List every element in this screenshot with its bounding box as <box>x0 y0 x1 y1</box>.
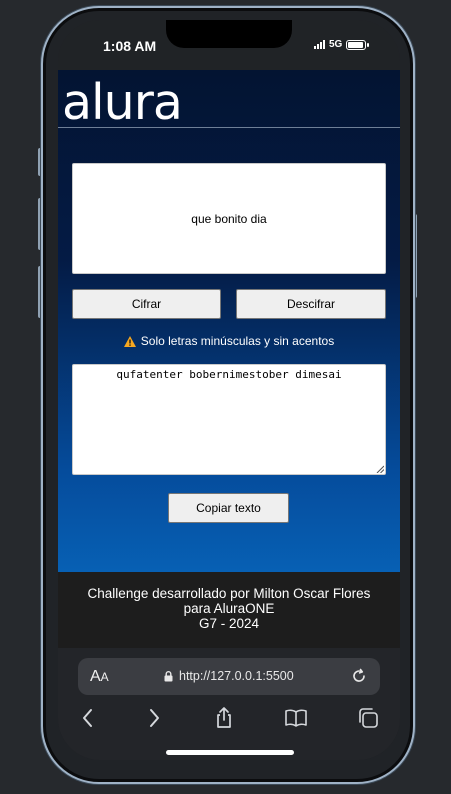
app-background: alura que bonito dia Cifrar Descifrar So… <box>58 70 400 572</box>
input-text: que bonito dia <box>191 211 267 226</box>
logo-text: alura <box>62 74 183 131</box>
status-time: 1:08 AM <box>103 38 157 54</box>
resize-grip-icon[interactable] <box>376 465 384 473</box>
decrypt-button[interactable]: Descifrar <box>236 289 386 319</box>
url-display[interactable]: http://127.0.0.1:5500 <box>164 669 294 683</box>
signal-icon <box>314 40 325 49</box>
warning-icon <box>123 335 136 347</box>
notice: Solo letras minúsculas y sin acentos <box>58 334 400 348</box>
status-indicators: 5G <box>314 39 370 50</box>
browser-toolbar: AA http://127.0.0.1:5500 <box>58 648 400 760</box>
footer: Challenge desarrollado por Milton Oscar … <box>58 572 400 648</box>
footer-line-2: para AluraONE <box>183 601 275 616</box>
output-textarea[interactable]: qufatenter bobernimestober dimesai <box>72 364 386 475</box>
alura-logo[interactable]: alura <box>62 78 183 128</box>
input-textarea[interactable]: que bonito dia <box>72 163 386 274</box>
output-text: qufatenter bobernimestober dimesai <box>116 368 342 381</box>
forward-icon[interactable] <box>142 706 166 730</box>
bookmarks-icon[interactable] <box>284 706 308 730</box>
battery-icon <box>346 39 370 50</box>
network-label: 5G <box>329 39 343 50</box>
encrypt-button[interactable]: Cifrar <box>72 289 221 319</box>
notch <box>166 20 292 48</box>
share-icon[interactable] <box>212 706 236 730</box>
copy-button[interactable]: Copiar texto <box>168 493 289 523</box>
header-divider <box>58 127 400 128</box>
web-content: alura que bonito dia Cifrar Descifrar So… <box>58 70 400 648</box>
aa-big: A <box>90 668 101 685</box>
reload-icon[interactable] <box>350 667 368 685</box>
browser-tools <box>58 706 400 734</box>
address-bar[interactable]: AA http://127.0.0.1:5500 <box>78 658 380 695</box>
notice-text: Solo letras minúsculas y sin acentos <box>140 334 335 348</box>
footer-line-3: G7 - 2024 <box>198 616 260 631</box>
aa-small: A <box>100 670 109 684</box>
text-size-button[interactable]: AA <box>90 668 109 686</box>
back-icon[interactable] <box>76 706 100 730</box>
url-text: http://127.0.0.1:5500 <box>179 669 294 683</box>
lock-icon <box>164 670 173 681</box>
battery-level <box>348 41 363 48</box>
footer-line-1: Challenge desarrollado por Milton Oscar … <box>87 586 371 601</box>
tabs-icon[interactable] <box>356 706 380 730</box>
home-indicator <box>166 750 294 755</box>
phone-screen: 1:08 AM 5G alura que bonito dia Cifrar D… <box>58 20 400 760</box>
